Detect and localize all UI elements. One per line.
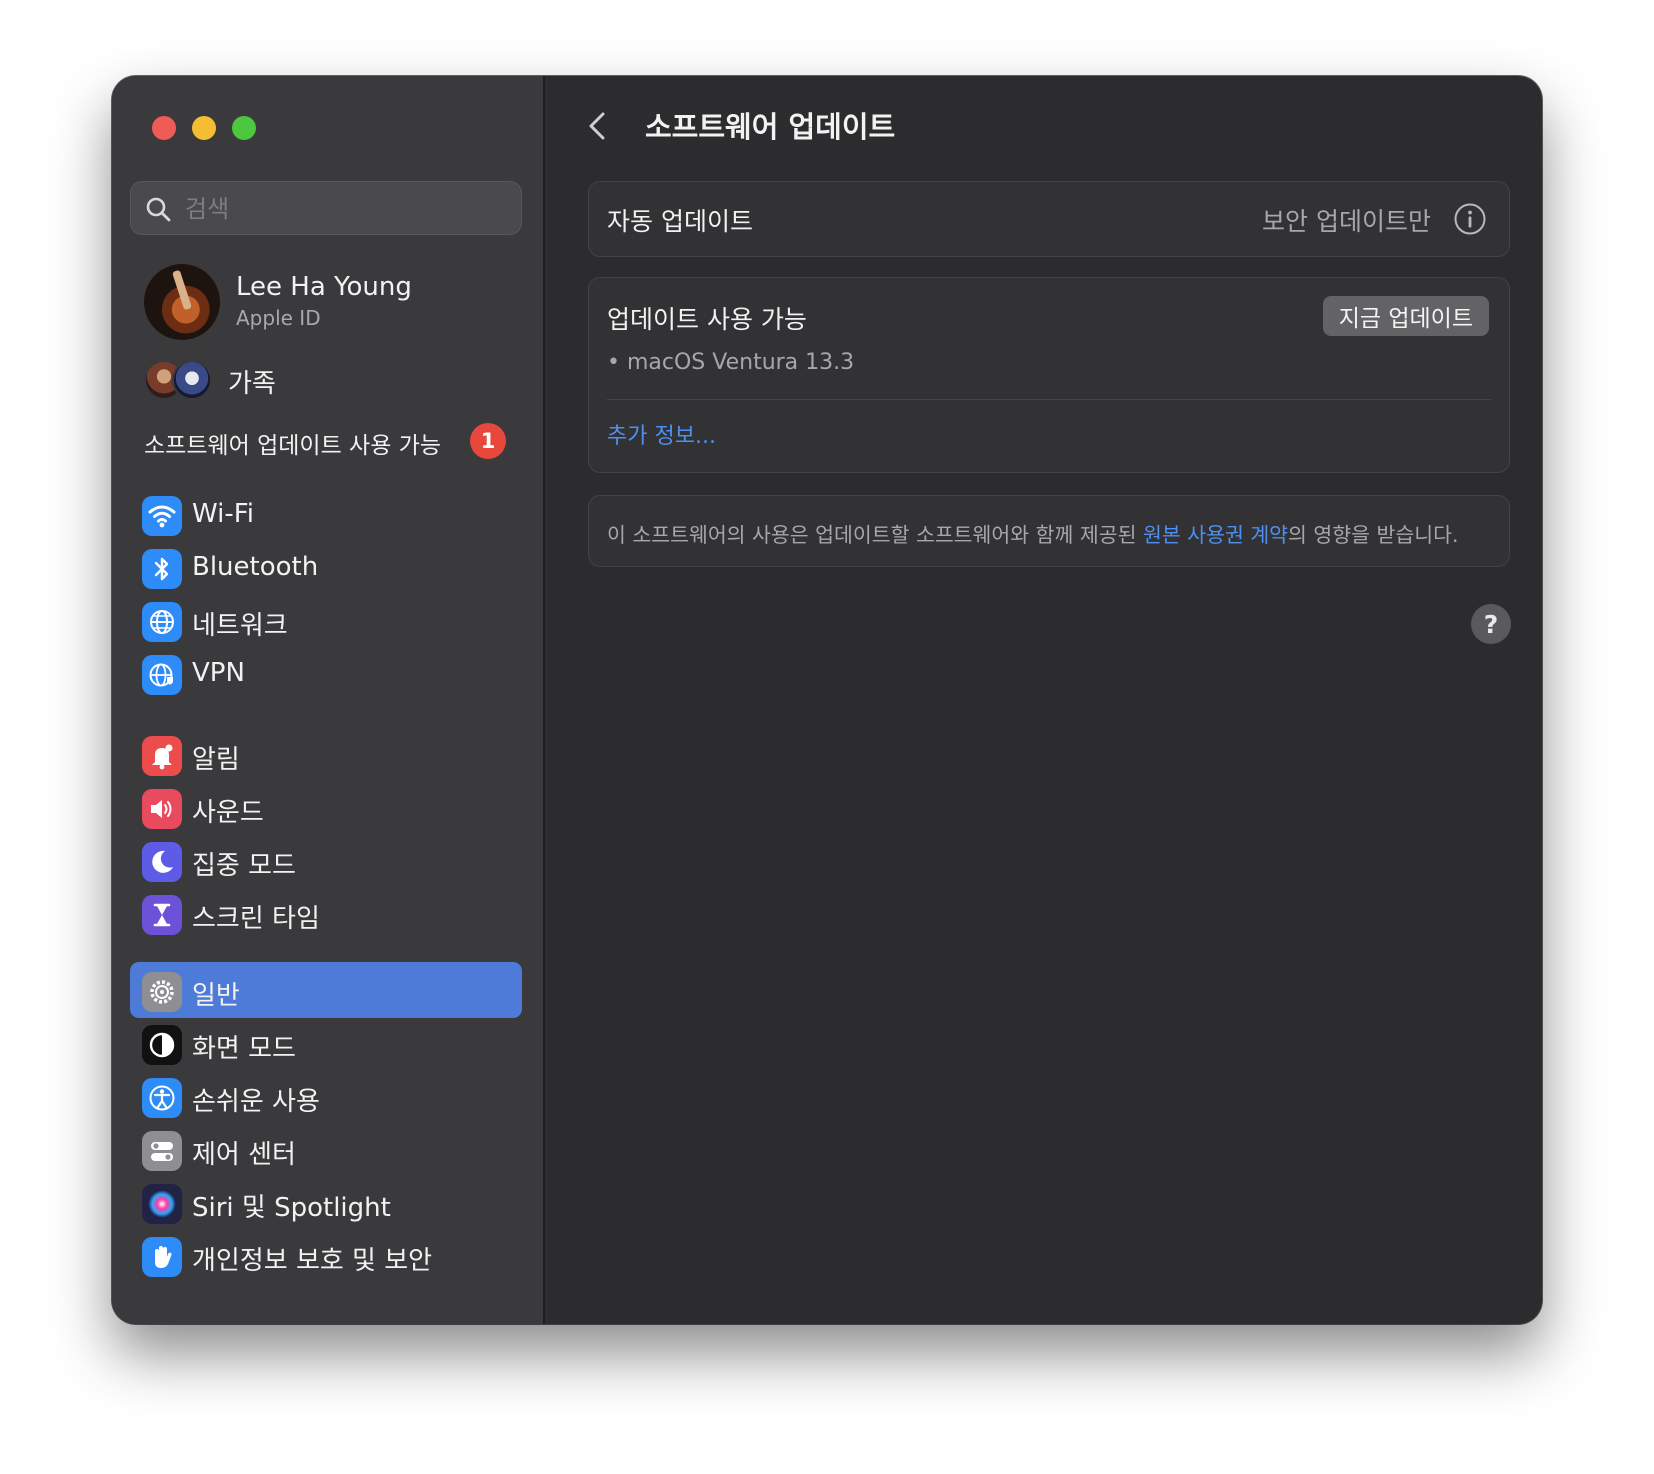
sidebar-item-vpn[interactable]: VPN — [130, 645, 522, 701]
sidebar-item-label: 집중 모드 — [192, 851, 296, 881]
hourglass-icon — [142, 895, 182, 935]
sidebar-item-label: VPN — [192, 658, 245, 688]
sidebar-item-notifications[interactable]: 알림 — [130, 726, 522, 782]
siri-icon — [142, 1184, 182, 1224]
sidebar-item-control-center[interactable]: 제어 센터 — [130, 1121, 522, 1177]
info-icon[interactable] — [1453, 202, 1487, 236]
bell-icon — [142, 736, 182, 776]
more-info-link[interactable]: 추가 정보... — [607, 418, 716, 450]
update-count-badge: 1 — [470, 423, 506, 459]
help-button[interactable]: ? — [1471, 604, 1511, 644]
sidebar-item-label: Wi-Fi — [192, 499, 255, 529]
sidebar-item-label: 사운드 — [192, 798, 264, 828]
sidebar-item-network[interactable]: 네트워크 — [130, 592, 522, 648]
search-icon — [146, 197, 171, 222]
accessibility-icon — [142, 1078, 182, 1118]
apple-id-profile[interactable]: Lee Ha Young Apple ID — [144, 264, 514, 340]
license-text-before: 이 소프트웨어의 사용은 업데이트할 소프트웨어와 함께 제공된 — [607, 523, 1143, 547]
sidebar-item-label: 손쉬운 사용 — [192, 1087, 320, 1117]
hand-icon — [142, 1237, 182, 1277]
sidebar-item-label: 제어 센터 — [192, 1140, 296, 1170]
minimize-button[interactable] — [192, 116, 216, 140]
main-pane: 소프트웨어 업데이트 자동 업데이트 보안 업데이트만 업데이트 사용 가능 지… — [545, 76, 1542, 1324]
family-item[interactable]: 가족 — [144, 356, 514, 402]
bluetooth-icon — [142, 549, 182, 589]
system-settings-window: Lee Ha Young Apple ID 가족 소프트웨어 업데이트 사용 가… — [112, 76, 1542, 1324]
sidebar: Lee Ha Young Apple ID 가족 소프트웨어 업데이트 사용 가… — [112, 76, 545, 1324]
software-update-available-label: 소프트웨어 업데이트 사용 가능 — [144, 433, 442, 459]
sidebar-item-appearance[interactable]: 화면 모드 — [130, 1015, 522, 1071]
back-chevron-icon[interactable] — [583, 106, 613, 146]
update-now-button[interactable]: 지금 업데이트 — [1322, 296, 1489, 336]
moon-icon — [142, 842, 182, 882]
appearance-icon — [142, 1025, 182, 1065]
sidebar-item-label: 화면 모드 — [192, 1034, 296, 1064]
sidebar-item-sound[interactable]: 사운드 — [130, 779, 522, 835]
license-text-after: 의 영향을 받습니다. — [1288, 523, 1459, 547]
zoom-button[interactable] — [232, 116, 256, 140]
family-label: 가족 — [228, 369, 276, 399]
family-avatar — [172, 360, 212, 400]
sidebar-item-label: Siri 및 Spotlight — [192, 1193, 391, 1223]
sidebar-item-label: 스크린 타임 — [192, 904, 320, 934]
sidebar-item-focus[interactable]: 집중 모드 — [130, 832, 522, 888]
auto-update-value: 보안 업데이트만 — [1262, 207, 1431, 236]
update-available-heading: 업데이트 사용 가능 — [607, 305, 807, 334]
update-item: • macOS Ventura 13.3 — [607, 350, 855, 375]
sidebar-item-screen-time[interactable]: 스크린 타임 — [130, 885, 522, 941]
search-field[interactable] — [130, 181, 522, 236]
gear-icon — [142, 972, 182, 1012]
page-title: 소프트웨어 업데이트 — [645, 110, 896, 144]
window-controls — [152, 116, 256, 140]
sidebar-item-general[interactable]: 일반 — [130, 962, 522, 1018]
update-available-panel: 업데이트 사용 가능 지금 업데이트 • macOS Ventura 13.3 … — [588, 277, 1510, 473]
auto-update-row: 자동 업데이트 보안 업데이트만 — [588, 181, 1510, 257]
search-input[interactable] — [183, 182, 507, 236]
license-agreement-link[interactable]: 원본 사용권 계약 — [1143, 523, 1288, 547]
speaker-icon — [142, 789, 182, 829]
avatar — [144, 264, 220, 340]
sidebar-item-wifi[interactable]: Wi-Fi — [130, 486, 522, 542]
sidebar-item-bluetooth[interactable]: Bluetooth — [130, 539, 522, 595]
sidebar-item-label: 알림 — [192, 745, 240, 775]
sidebar-item-privacy-security[interactable]: 개인정보 보호 및 보안 — [130, 1227, 522, 1283]
toggles-icon — [142, 1131, 182, 1171]
license-text: 이 소프트웨어의 사용은 업데이트할 소프트웨어와 함께 제공된 원본 사용권 … — [607, 518, 1458, 548]
wifi-icon — [142, 496, 182, 536]
profile-subtitle: Apple ID — [236, 306, 321, 330]
sidebar-item-label: 네트워크 — [192, 611, 288, 641]
globe-icon — [142, 602, 182, 642]
sidebar-item-label: 일반 — [192, 981, 240, 1011]
profile-name: Lee Ha Young — [236, 272, 412, 302]
vpn-globe-icon — [142, 655, 182, 695]
sidebar-item-accessibility[interactable]: 손쉬운 사용 — [130, 1068, 522, 1124]
divider — [607, 399, 1491, 400]
close-button[interactable] — [152, 116, 176, 140]
sidebar-item-siri-spotlight[interactable]: Siri 및 Spotlight — [130, 1174, 522, 1230]
sidebar-item-label: 개인정보 보호 및 보안 — [192, 1246, 433, 1276]
license-notice: 이 소프트웨어의 사용은 업데이트할 소프트웨어와 함께 제공된 원본 사용권 … — [588, 495, 1510, 567]
auto-update-label: 자동 업데이트 — [607, 207, 753, 236]
software-update-available-item[interactable]: 소프트웨어 업데이트 사용 가능 1 — [144, 422, 506, 462]
sidebar-item-label: Bluetooth — [192, 552, 319, 582]
